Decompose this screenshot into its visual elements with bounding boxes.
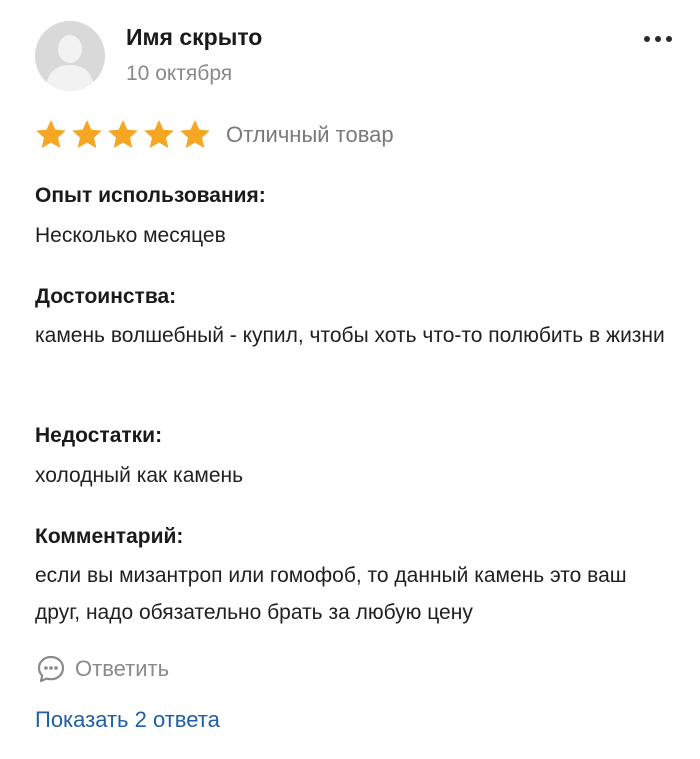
- chat-bubble-icon: [37, 655, 65, 683]
- section-text: Несколько месяцев: [35, 224, 226, 247]
- section-cons: Недостатки: холодный как камень: [35, 424, 675, 494]
- star-icon: [180, 120, 210, 148]
- reply-label: Ответить: [75, 656, 170, 681]
- section-title: Комментарий:: [35, 525, 184, 548]
- star-icon: [108, 120, 138, 148]
- section-title: Опыт использования:: [35, 184, 266, 207]
- star-icon: [36, 120, 66, 148]
- section-title: Недостатки:: [35, 424, 163, 447]
- section-comment: Комментарий: если вы мизантроп или гомоф…: [35, 525, 675, 631]
- section-pros: Достоинства: камень волшебный - купил, ч…: [35, 285, 675, 354]
- show-answers-link[interactable]: Показать 2 ответа: [35, 707, 220, 733]
- more-dots-icon: [644, 36, 650, 42]
- author-name: Имя скрыто: [126, 24, 263, 50]
- rating-label: Отличный товар: [226, 122, 394, 147]
- rating: Отличный товар: [34, 118, 394, 152]
- more-dot: [666, 36, 672, 42]
- more-dot: [655, 36, 661, 42]
- star-icon: [72, 120, 102, 148]
- reply-button[interactable]: Ответить: [36, 654, 169, 684]
- section-title: Достоинства:: [35, 285, 177, 308]
- user-silhouette-icon: [35, 21, 105, 91]
- section-text: камень волшебный - купил, чтобы хоть что…: [35, 324, 665, 347]
- review-date: 10 октября: [126, 62, 233, 85]
- more-options-button[interactable]: [638, 22, 678, 56]
- avatar[interactable]: [35, 21, 105, 91]
- star-icon: [144, 120, 174, 148]
- section-usage-experience: Опыт использования: Несколько месяцев: [35, 184, 675, 254]
- rating-stars: [34, 118, 212, 152]
- section-text: если вы мизантроп или гомофоб, то данный…: [35, 564, 627, 624]
- section-text: холодный как камень: [35, 464, 244, 487]
